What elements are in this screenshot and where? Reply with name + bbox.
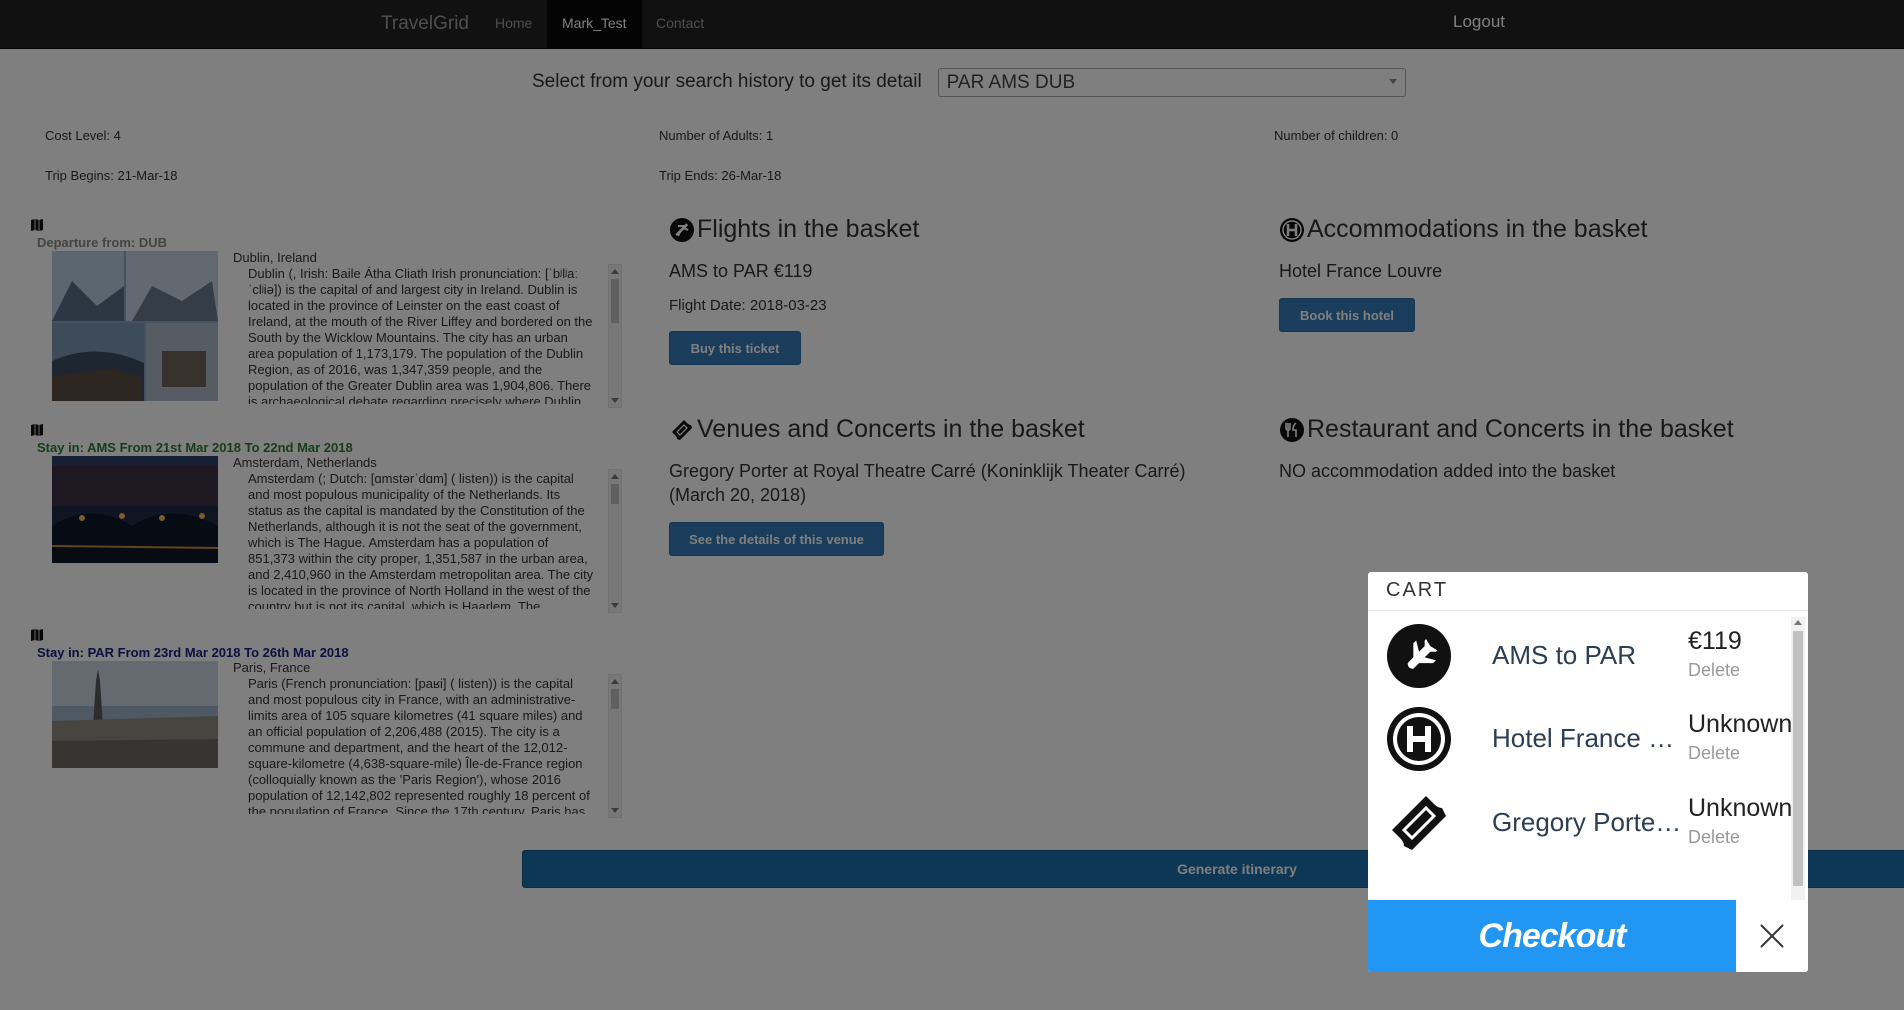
cart-scrollbar[interactable]	[1791, 617, 1805, 900]
ticket-icon	[1392, 796, 1446, 850]
cart-item-delete[interactable]: Delete	[1688, 743, 1740, 764]
cart-item-delete[interactable]: Delete	[1688, 827, 1740, 848]
cart-item-price: Unknown	[1688, 710, 1793, 738]
cart-item-name: Gregory Porter at Royal Theatre Carré	[1492, 807, 1687, 837]
cart-item: Hotel France Louvre Unknown Delete	[1368, 695, 1793, 775]
checkout-button[interactable]: Checkout	[1368, 900, 1736, 972]
cart-item-name: Hotel France Louvre	[1492, 723, 1687, 753]
cart-header: CART	[1368, 572, 1808, 611]
cart-item: AMS to PAR €119 Delete	[1368, 612, 1793, 692]
hotel-icon	[1387, 707, 1451, 771]
cart-panel: CART AMS to PAR €119 Delete Hotel France…	[1368, 572, 1808, 972]
airplane-icon	[1387, 624, 1451, 688]
close-icon	[1760, 924, 1784, 948]
cart-item: Gregory Porter at Royal Theatre Carré Un…	[1368, 779, 1793, 859]
cart-item-name: AMS to PAR	[1492, 640, 1637, 670]
cart-item-price: Unknown	[1688, 794, 1793, 822]
cart-item-price: €119	[1688, 627, 1742, 655]
close-cart-button[interactable]	[1736, 900, 1808, 972]
cart-item-delete[interactable]: Delete	[1688, 660, 1740, 681]
cart-items: AMS to PAR €119 Delete Hotel France Louv…	[1368, 612, 1808, 900]
